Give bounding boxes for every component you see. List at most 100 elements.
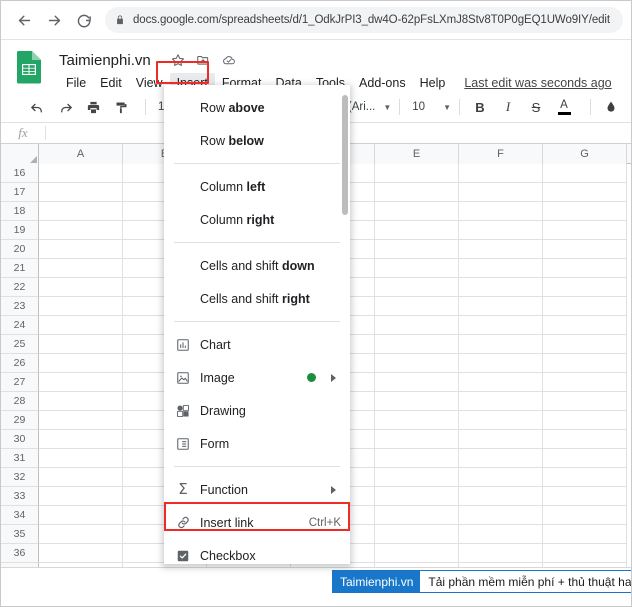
grid-cell[interactable] (459, 202, 543, 221)
grid-cell[interactable] (375, 430, 459, 449)
grid-cell[interactable] (39, 487, 123, 506)
grid-cell[interactable] (459, 468, 543, 487)
grid-cell[interactable] (375, 259, 459, 278)
move-to-folder-icon[interactable] (196, 53, 210, 72)
grid-cell[interactable] (39, 468, 123, 487)
grid-cell[interactable] (375, 468, 459, 487)
grid-cell[interactable] (543, 240, 627, 259)
grid-cell[interactable] (543, 392, 627, 411)
star-icon[interactable] (171, 53, 185, 72)
grid-cell[interactable] (375, 449, 459, 468)
grid-cell[interactable] (459, 316, 543, 335)
grid-cell[interactable] (543, 259, 627, 278)
grid-cell[interactable] (543, 335, 627, 354)
menu-help[interactable]: Help (413, 73, 453, 93)
font-size-selector[interactable]: 10 (408, 101, 429, 113)
grid-cell[interactable] (459, 278, 543, 297)
grid-cell[interactable] (543, 221, 627, 240)
row-header[interactable]: 27 (1, 373, 39, 392)
grid-cell[interactable] (375, 411, 459, 430)
grid-cell[interactable] (375, 544, 459, 563)
insert-menu-item-image[interactable]: Image (164, 361, 350, 394)
grid-cell[interactable] (543, 506, 627, 525)
grid-cell[interactable] (459, 259, 543, 278)
insert-menu-item-checkbox[interactable]: Checkbox (164, 539, 350, 564)
grid-cell[interactable] (459, 525, 543, 544)
grid-cell[interactable] (39, 525, 123, 544)
chevron-down-icon[interactable]: ▼ (383, 103, 391, 112)
column-header-a[interactable]: A (39, 144, 123, 164)
grid-cell[interactable] (375, 183, 459, 202)
grid-cell[interactable] (375, 221, 459, 240)
grid-cell[interactable] (459, 354, 543, 373)
row-header[interactable]: 32 (1, 468, 39, 487)
insert-menu-item-column-right[interactable]: Column right (164, 203, 350, 236)
grid-cell[interactable] (39, 297, 123, 316)
insert-menu-item-row-below[interactable]: Row below (164, 124, 350, 157)
grid-cell[interactable] (375, 278, 459, 297)
grid-cell[interactable] (375, 240, 459, 259)
insert-menu-item-cells-and-shift-down[interactable]: Cells and shift down (164, 249, 350, 282)
grid-cell[interactable] (39, 544, 123, 563)
grid-cell[interactable] (459, 297, 543, 316)
italic-button[interactable]: I (496, 95, 520, 119)
bold-button[interactable]: B (468, 95, 492, 119)
row-header[interactable]: 31 (1, 449, 39, 468)
grid-cell[interactable] (459, 544, 543, 563)
row-header[interactable]: 34 (1, 506, 39, 525)
grid-cell[interactable] (375, 487, 459, 506)
grid-cell[interactable] (459, 411, 543, 430)
row-header[interactable]: 26 (1, 354, 39, 373)
back-icon[interactable] (9, 5, 39, 35)
grid-cell[interactable] (543, 373, 627, 392)
insert-menu-item-column-left[interactable]: Column left (164, 170, 350, 203)
text-color-button[interactable]: A (552, 95, 576, 119)
grid-cell[interactable] (39, 183, 123, 202)
chevron-down-icon[interactable]: ▼ (443, 103, 451, 112)
grid-cell[interactable] (459, 335, 543, 354)
grid-cell[interactable] (543, 278, 627, 297)
undo-icon[interactable] (25, 95, 49, 119)
grid-cell[interactable] (543, 525, 627, 544)
grid-cell[interactable] (459, 183, 543, 202)
insert-menu-item-function[interactable]: Σ Function (164, 473, 350, 506)
print-icon[interactable] (81, 95, 105, 119)
row-header[interactable]: 28 (1, 392, 39, 411)
column-header-e[interactable]: E (375, 144, 459, 164)
grid-cell[interactable] (543, 202, 627, 221)
grid-cell[interactable] (39, 411, 123, 430)
document-title[interactable]: Taimienphi.vn (59, 52, 151, 69)
grid-cell[interactable] (39, 259, 123, 278)
grid-cell[interactable] (459, 373, 543, 392)
grid-cell[interactable] (39, 449, 123, 468)
row-header[interactable]: 18 (1, 202, 39, 221)
column-header-g[interactable]: G (543, 144, 627, 164)
menu-edit[interactable]: Edit (93, 73, 129, 93)
grid-cell[interactable] (543, 183, 627, 202)
insert-menu-item-insert-link[interactable]: Insert link Ctrl+K (164, 506, 350, 539)
address-bar[interactable]: docs.google.com/spreadsheets/d/1_OdkJrPI… (105, 7, 623, 33)
reload-icon[interactable] (69, 5, 99, 35)
grid-cell[interactable] (375, 506, 459, 525)
grid-cell[interactable] (39, 373, 123, 392)
forward-icon[interactable] (39, 5, 69, 35)
last-edit-status[interactable]: Last edit was seconds ago (464, 76, 611, 90)
grid-cell[interactable] (543, 297, 627, 316)
row-header[interactable]: 20 (1, 240, 39, 259)
grid-cell[interactable] (543, 411, 627, 430)
grid-cell[interactable] (375, 354, 459, 373)
row-header[interactable]: 19 (1, 221, 39, 240)
grid-cell[interactable] (39, 506, 123, 525)
row-header[interactable]: 22 (1, 278, 39, 297)
row-header[interactable]: 25 (1, 335, 39, 354)
grid-cell[interactable] (543, 487, 627, 506)
row-header[interactable]: 29 (1, 411, 39, 430)
grid-cell[interactable] (543, 316, 627, 335)
grid-cell[interactable] (459, 506, 543, 525)
grid-cell[interactable] (459, 449, 543, 468)
row-header[interactable]: 17 (1, 183, 39, 202)
grid-cell[interactable] (39, 335, 123, 354)
row-header[interactable]: 35 (1, 525, 39, 544)
row-header[interactable]: 21 (1, 259, 39, 278)
grid-cell[interactable] (459, 430, 543, 449)
